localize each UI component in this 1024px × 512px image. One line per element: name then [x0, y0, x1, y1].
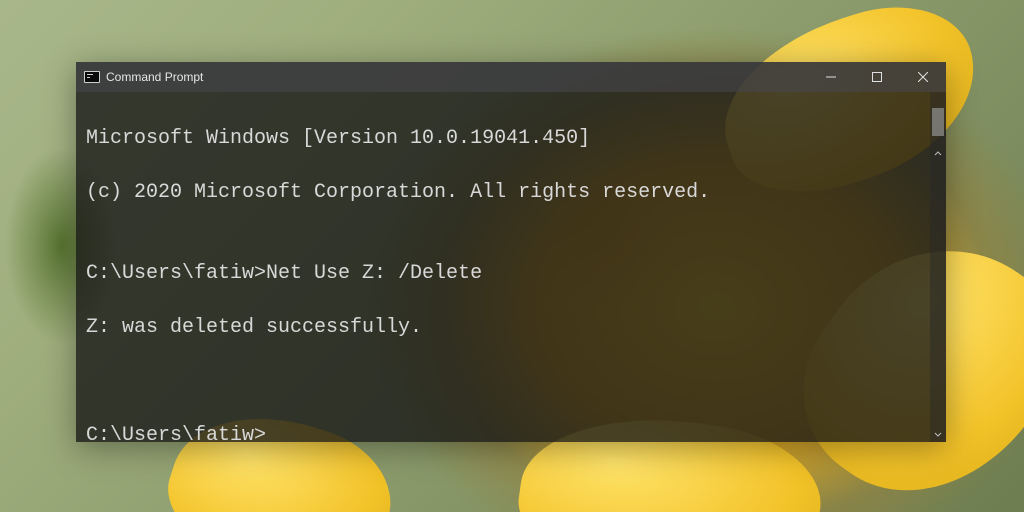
minimize-icon [826, 72, 836, 82]
scroll-down-arrow-icon[interactable] [930, 426, 946, 442]
command-prompt-window: Command Prompt Microsoft Windows [Versio… [76, 62, 946, 442]
terminal-line: C:\Users\fatiw> [86, 422, 936, 442]
maximize-button[interactable] [854, 62, 900, 92]
terminal-line: C:\Users\fatiw>Net Use Z: /Delete [86, 260, 936, 287]
close-button[interactable] [900, 62, 946, 92]
vertical-scrollbar[interactable] [930, 92, 946, 442]
window-title: Command Prompt [106, 70, 203, 84]
minimize-button[interactable] [808, 62, 854, 92]
terminal-output[interactable]: Microsoft Windows [Version 10.0.19041.45… [76, 92, 946, 442]
terminal-line: (c) 2020 Microsoft Corporation. All righ… [86, 179, 936, 206]
maximize-icon [872, 72, 882, 82]
titlebar[interactable]: Command Prompt [76, 62, 946, 92]
terminal-line: Microsoft Windows [Version 10.0.19041.45… [86, 125, 936, 152]
desktop-background: Command Prompt Microsoft Windows [Versio… [0, 0, 1024, 512]
scroll-up-arrow-icon[interactable] [930, 146, 946, 162]
scroll-thumb[interactable] [932, 108, 944, 136]
close-icon [918, 72, 928, 82]
cmd-icon [84, 69, 100, 85]
terminal-line: Z: was deleted successfully. [86, 314, 936, 341]
